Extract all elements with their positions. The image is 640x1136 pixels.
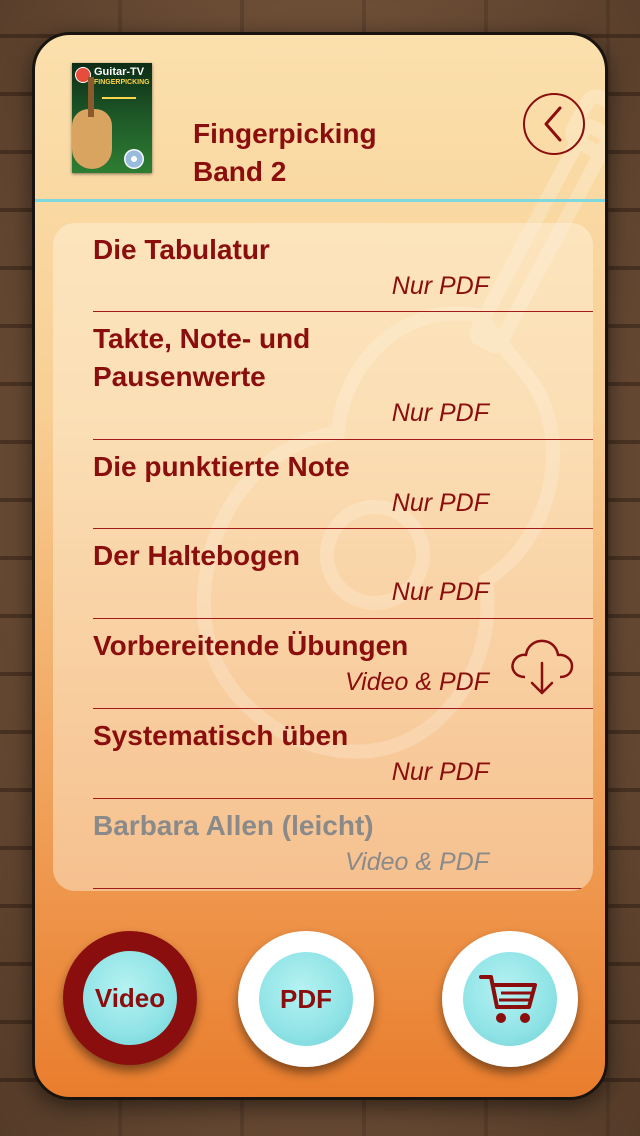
dvd-disc-icon (124, 149, 144, 169)
cloud-download-icon[interactable] (509, 633, 575, 697)
pdf-button-label: PDF (280, 983, 332, 1014)
bottom-toolbar: Video PDF (35, 915, 605, 1095)
lesson-type: Nur PDF (391, 489, 489, 517)
lesson-type: Video & PDF (344, 848, 489, 876)
lesson-title: Der Haltebogen (93, 540, 300, 571)
lesson-title: Die punktierte Note (93, 451, 350, 482)
lesson-type: Nur PDF (391, 578, 489, 606)
shopping-cart-icon (479, 975, 537, 1023)
lesson-type: Nur PDF (391, 272, 489, 300)
header-divider (35, 199, 605, 202)
back-chevron-icon (544, 106, 562, 142)
lesson-title: Systematisch üben (93, 720, 349, 751)
list-item[interactable]: Takte, Note- und Pausenwerte Nur PDF (93, 312, 593, 440)
header: Guitar-TV FINGERPICKING Fingerpicking Ba… (35, 35, 605, 199)
pdf-filter-button[interactable]: PDF (238, 931, 374, 1067)
lesson-title: Takte, Note- und Pausenwerte (93, 323, 311, 392)
list-item[interactable]: Die Tabulatur Nur PDF (93, 223, 593, 312)
shop-button[interactable] (442, 931, 578, 1067)
book-cover-image: Guitar-TV FINGERPICKING (72, 63, 152, 173)
lesson-list: Die Tabulatur Nur PDF Takte, Note- und P… (53, 223, 593, 891)
list-item[interactable]: Vorbereitende Übungen Video & PDF (93, 619, 593, 709)
list-item: Barbara Allen (leicht) Video & PDF (93, 799, 593, 889)
page-title: Fingerpicking Band 2 (193, 118, 377, 187)
lesson-type: Nur PDF (391, 758, 489, 786)
lesson-title: Barbara Allen (leicht) (93, 810, 374, 841)
video-filter-button[interactable]: Video (63, 931, 197, 1065)
video-button-label: Video (94, 982, 166, 1013)
back-button[interactable] (523, 93, 585, 155)
list-item[interactable]: Der Haltebogen Nur PDF (93, 529, 593, 619)
lesson-type: Nur PDF (391, 399, 489, 427)
app-panel: Guitar-TV FINGERPICKING Fingerpicking Ba… (32, 32, 608, 1100)
lesson-title: Die Tabulatur (93, 234, 270, 265)
cover-brand: Guitar-TV (94, 66, 145, 78)
cover-subtitle: FINGERPICKING (94, 79, 150, 86)
list-item[interactable]: Systematisch üben Nur PDF (93, 709, 593, 799)
list-item[interactable]: Die punktierte Note Nur PDF (93, 440, 593, 529)
